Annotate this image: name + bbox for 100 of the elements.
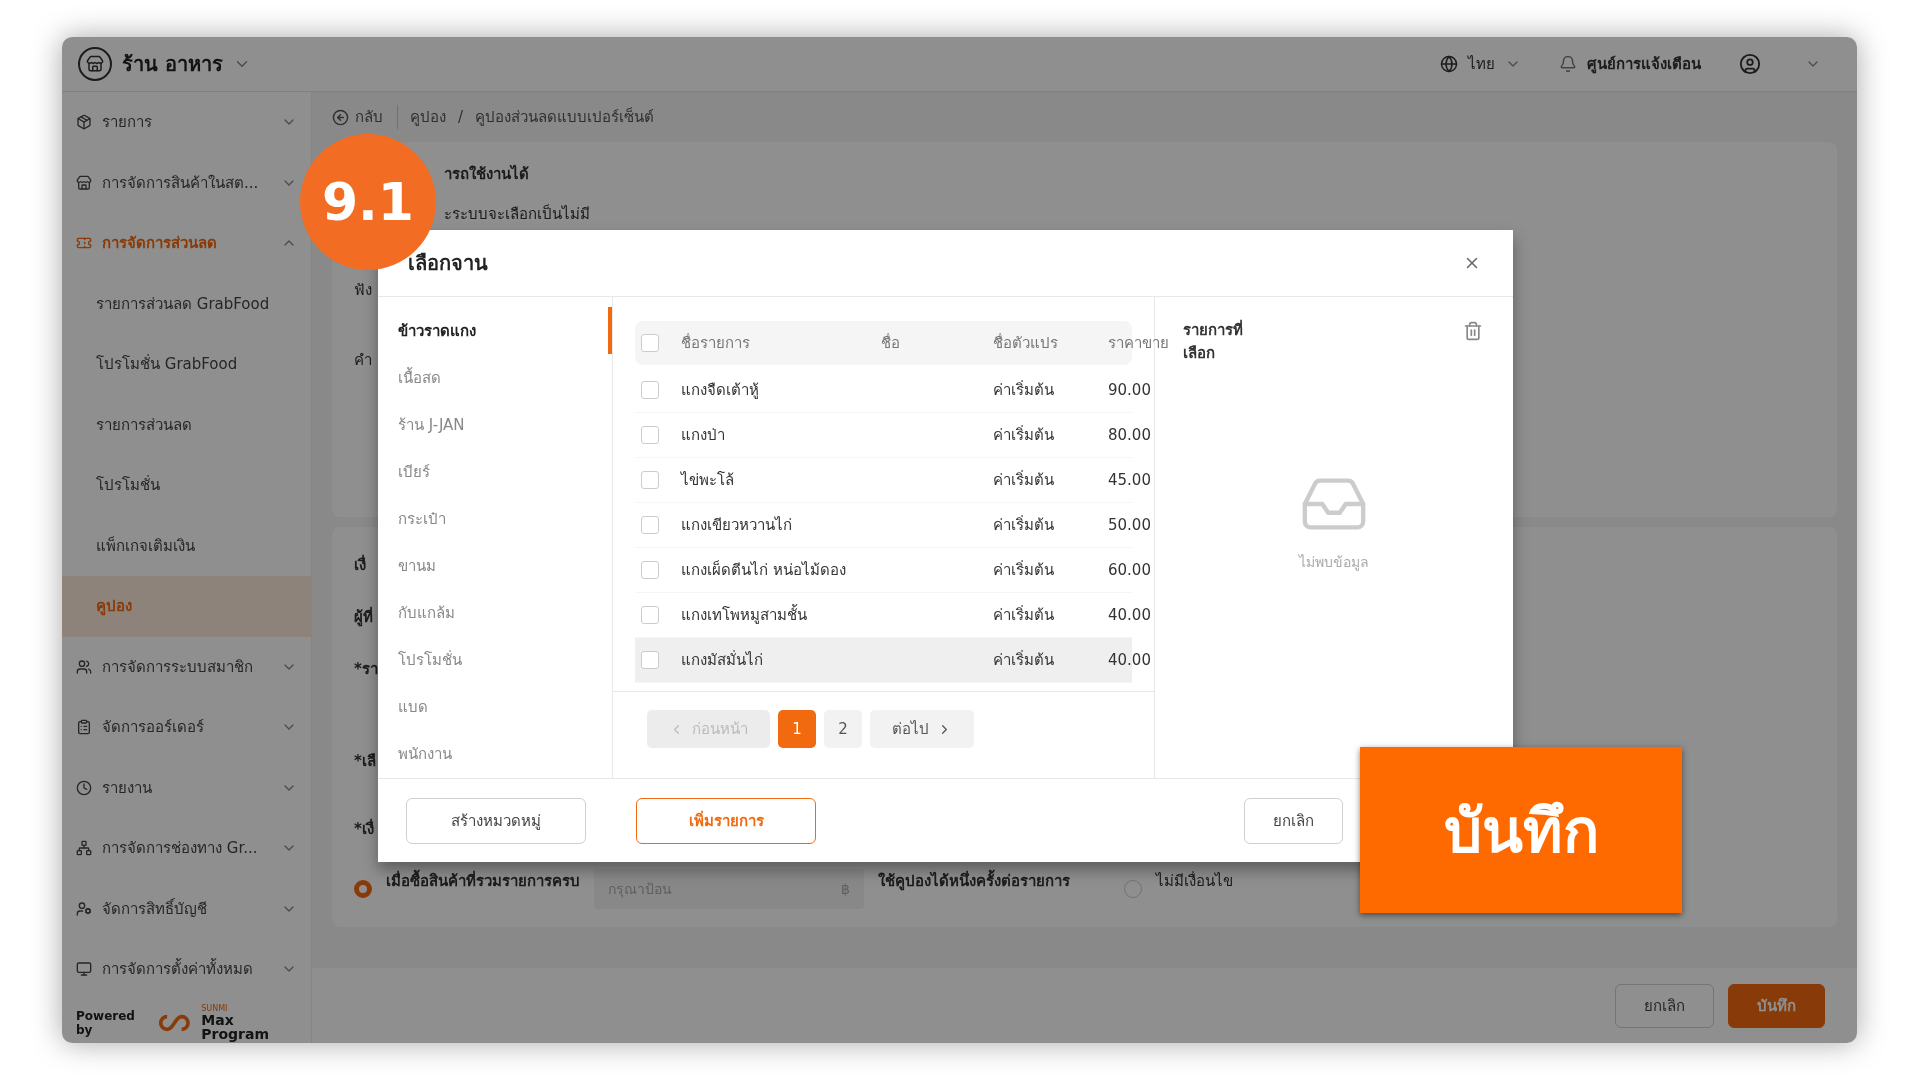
sidebar-item[interactable]: รายการ (62, 92, 311, 153)
table-cell-text: ค่าเริ่มต้น (993, 649, 1055, 671)
panel-title: รายการที่เลือก (1183, 319, 1244, 364)
table-cell-text: ค่าเริ่มต้น (993, 424, 1055, 446)
checkbox[interactable] (641, 651, 659, 669)
table-cell-text: ไข่พะโล้ (681, 470, 735, 491)
page-button[interactable]: 1 (778, 710, 816, 748)
menu-icon (76, 840, 92, 857)
table-cell: 90.00 (1108, 381, 1151, 399)
checkbox[interactable] (641, 471, 659, 489)
breadcrumb-separator: / (458, 108, 464, 126)
table-cell-text: แกงป่า (681, 425, 726, 446)
table-cell: 40.00 (1108, 606, 1151, 624)
category-item[interactable]: ข้าวราดแกง (378, 307, 612, 355)
section-title: ารถใช้งานได้ (444, 163, 529, 185)
breadcrumb-item: คูปองส่วนลดแบบเปอร์เซ็นต์ (475, 106, 655, 128)
column-header: ชื่อรายการ (681, 332, 751, 354)
menu-icon (76, 658, 92, 675)
table-cell: 60.00 (1108, 561, 1151, 579)
brand-name: Max Program (201, 1013, 270, 1041)
sidebar-item[interactable]: รายงาน (62, 757, 311, 818)
table-cell-text: แกงมัสมั่นไก่ (681, 649, 764, 671)
powered-by-text: Powered by (76, 1009, 136, 1037)
radio-button[interactable] (1124, 880, 1142, 898)
dialog-title: เลือกจาน (408, 250, 488, 277)
page-button[interactable]: 2 (824, 710, 862, 748)
back-link[interactable]: กลับ (332, 105, 398, 129)
option-label: ไม่มีเงื่อนไข (1156, 870, 1233, 892)
field-label: ผู้ที่ (354, 605, 373, 629)
sidebar-item[interactable]: จัดการออร์เดอร์ (62, 697, 311, 758)
table-cell: 40.00 (1108, 651, 1151, 669)
table-cell: 80.00 (1108, 426, 1151, 444)
section-title: เงื่ (354, 553, 366, 576)
callout-label: บันทึก (1360, 747, 1682, 913)
user-icon (1739, 53, 1761, 75)
category-item[interactable]: แบด (378, 683, 612, 731)
category-item[interactable]: เบียร์ (378, 448, 612, 496)
menu-icon (76, 961, 92, 978)
back-icon (332, 108, 349, 126)
checkbox[interactable] (641, 516, 659, 534)
category-item[interactable]: กระเป๋า (378, 495, 612, 543)
note-text: ใช้คูปองได้หนึ่งครั้งต่อรายการ (878, 869, 1070, 893)
radio-button[interactable] (354, 880, 372, 898)
table-cell-text: ค่าเริ่มต้น (993, 604, 1055, 626)
next-page-button[interactable]: ต่อไป (870, 710, 974, 748)
table-cell-text: ค่าเริ่มต้น (993, 469, 1055, 491)
sidebar-item[interactable]: การจัดการระบบสมาชิก (62, 636, 311, 697)
table-cell-text: แกงจืดเต้าหู้ (681, 380, 760, 401)
category-item[interactable]: เนื้อสด (378, 354, 612, 402)
menu-icon (76, 900, 92, 917)
menu-icon (76, 114, 92, 131)
sidebar-subitem[interactable]: โปรโมชั่น GrabFood (62, 334, 311, 395)
sidebar-subitem[interactable]: แพ็กเกจเติมเงิน (62, 515, 311, 576)
language-selector[interactable]: ไทย (1426, 52, 1535, 76)
field-label: คำ (354, 350, 372, 371)
menu-icon (76, 719, 92, 736)
column-header: ราคาขาย (1108, 332, 1169, 354)
sidebar-subitem[interactable]: รายการส่วนลด GrabFood (62, 273, 311, 334)
notification-center[interactable]: ศูนย์การแจ้งเตือน (1545, 52, 1715, 76)
category-item[interactable]: พนักงาน (378, 730, 612, 778)
table-cell: 50.00 (1108, 516, 1151, 534)
create-category-button[interactable]: สร้างหมวดหมู่ (405, 797, 586, 844)
hint-text: ะระบบจะเลือกเป็นไม่มี (444, 203, 590, 225)
sidebar-item[interactable]: จัดการสิทธิ์บัญชี (62, 878, 311, 939)
checkbox[interactable] (641, 333, 659, 352)
checkbox[interactable] (641, 606, 659, 624)
store-name: ร้าน อาหาร (122, 51, 223, 78)
table-cell-text: ค่าเริ่มต้น (993, 379, 1055, 401)
field-label: *เงื่ (354, 817, 374, 840)
menu-icon (76, 174, 92, 191)
checkbox[interactable] (641, 381, 659, 399)
brand-logo-icon (158, 1013, 192, 1033)
option-label: เมื่อซื้อสินค้าที่รวมรายการครบ (386, 869, 580, 893)
sidebar-subitem[interactable]: โปรโมชั่น (62, 455, 311, 516)
table-cell: 45.00 (1108, 471, 1151, 489)
bell-icon (1559, 55, 1577, 73)
breadcrumb-item[interactable]: คูปอง (410, 105, 446, 129)
table-cell-text: ค่าเริ่มต้น (993, 559, 1055, 581)
table-cell-text: แกงเขียวหวานไก่ (681, 515, 793, 536)
cancel-button[interactable]: ยกเลิก (1615, 983, 1714, 1028)
menu-icon (76, 779, 92, 796)
field-label: *เลื (354, 751, 376, 772)
field-label: ฟัง (354, 280, 372, 301)
sidebar-subitem[interactable]: รายการส่วนลด (62, 394, 311, 455)
field-label: *รา (354, 659, 378, 680)
sidebar-item[interactable]: การจัดการช่องทาง Gr... (62, 818, 311, 879)
store-logo (78, 47, 112, 81)
globe-icon (1440, 55, 1458, 73)
category-item[interactable]: ขานม (378, 542, 612, 590)
table-cell-text: แกงเทโพหมูสามชั้น (681, 603, 808, 626)
checkbox[interactable] (641, 561, 659, 579)
checkbox[interactable] (641, 426, 659, 444)
table-cell-text: แกงเผ็ดตีนไก่ หน่อไม้ดอง (681, 559, 847, 581)
category-item[interactable]: โปรโมชั่น (378, 636, 612, 684)
cancel-button[interactable]: ยกเลิก (1244, 797, 1343, 844)
empty-text: ไม่พบข้อมูล (1299, 553, 1369, 573)
category-item[interactable]: กับแกล้ม (378, 589, 612, 637)
category-item[interactable]: ร้าน J-JAN (378, 401, 612, 449)
add-item-button[interactable]: เพิ่มรายการ (636, 797, 816, 844)
sidebar-item[interactable]: การจัดการตั้งค่าทั้งหมด (62, 939, 311, 1000)
